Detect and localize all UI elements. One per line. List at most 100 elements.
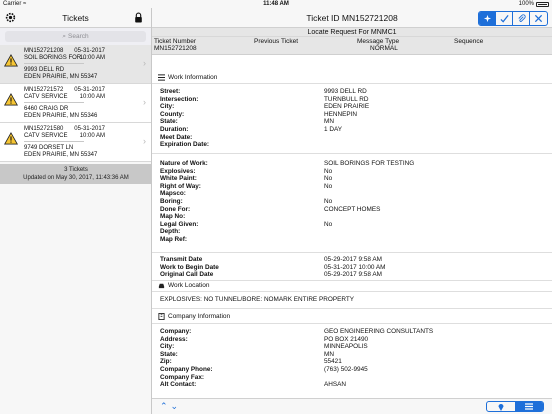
chevron-up-icon[interactable]: ⌃ xyxy=(160,401,168,412)
field-value: TURNBULL RD xyxy=(324,95,369,103)
field-label: Duration: xyxy=(160,126,189,133)
work-information-heading: Work Information xyxy=(158,74,217,81)
section-title: Company Information xyxy=(168,313,231,320)
section-title: Work Information xyxy=(168,74,218,81)
value-message-type: NORMAL xyxy=(370,45,398,52)
field-label: Zip: xyxy=(160,358,172,366)
ticket-count: 3 Tickets xyxy=(64,167,88,173)
field-value: (763) 502-9945 xyxy=(324,366,368,373)
field-value: SOIL BORINGS FOR TESTING xyxy=(324,160,415,167)
list-view-button[interactable] xyxy=(515,402,543,411)
field-value: CONCEPT HOMES xyxy=(324,205,381,213)
bottom-toolbar: ⌃ ⌄ xyxy=(152,398,552,414)
battery-percent: 100% xyxy=(518,1,534,7)
ticket-list-pane: Tickets ⌕ Search MN152721208 05-31-2017 … xyxy=(0,8,152,414)
field-label: Company Fax: xyxy=(160,373,205,381)
lock-icon[interactable] xyxy=(134,12,143,23)
field-label: Transmit Date xyxy=(160,256,203,263)
field-label: City: xyxy=(160,343,175,351)
right-nav-bar: Ticket ID MN152721208 xyxy=(152,8,552,28)
field-label: Mapsco: xyxy=(160,190,186,198)
ticket-row[interactable]: MN152721208 05-31-2017 SOIL BORINGS FOR.… xyxy=(0,45,151,84)
map-view-button[interactable] xyxy=(487,402,515,411)
cross-tools-icon xyxy=(534,14,543,23)
field-value: 05-31-2017 10:00 AM xyxy=(324,263,386,271)
ticket-row[interactable]: MN152721580 05-31-2017 CATV SERVICE 10:0… xyxy=(0,123,151,162)
last-updated: Updated on May 30, 2017, 11:43:36 AM xyxy=(23,175,129,181)
divider xyxy=(24,141,84,142)
field-label: Expiration Date: xyxy=(160,141,210,149)
field-label: County: xyxy=(160,110,185,118)
search-input[interactable]: ⌕ Search xyxy=(5,31,146,42)
ticket-number: MN152721580 xyxy=(24,126,64,132)
toolbar-group xyxy=(478,11,548,26)
divider xyxy=(152,83,552,84)
flight-icon xyxy=(483,14,491,23)
field-value: No xyxy=(324,175,333,183)
ticket-city: EDEN PRAIRIE, MN 55347 xyxy=(24,152,98,158)
field-label: Address: xyxy=(160,335,188,343)
field-label: Company: xyxy=(160,328,192,335)
chevron-right-icon: › xyxy=(143,136,146,146)
work-location-heading: Work Location xyxy=(158,282,209,289)
divider xyxy=(24,102,84,103)
chevron-right-icon: › xyxy=(143,97,146,107)
divider xyxy=(152,291,552,292)
field-label: Right of Way: xyxy=(160,182,201,190)
battery-indicator: 100% xyxy=(519,0,549,8)
field-value: 9993 DELL RD xyxy=(324,88,367,95)
field-value: No xyxy=(324,220,333,228)
car-icon xyxy=(158,283,165,289)
field-value: HENNEPIN xyxy=(324,110,358,118)
field-value: EDEN PRAIRIE xyxy=(324,103,370,111)
ticket-row[interactable]: MN152721572 05-31-2017 CATV SERVICE 10:0… xyxy=(0,84,151,123)
field-value: GEO ENGINEERING CONSULTANTS xyxy=(324,328,434,335)
field-label: Depth: xyxy=(160,228,181,236)
chevron-down-icon[interactable]: ⌄ xyxy=(171,401,179,412)
field-label: Map No: xyxy=(160,213,186,221)
field-value: MINNEAPOLIS xyxy=(324,343,368,351)
list-icon xyxy=(525,403,533,410)
field-value: 1 DAY xyxy=(324,126,342,133)
map-pin-icon xyxy=(498,403,504,411)
field-label: State: xyxy=(160,350,178,358)
paperclip-icon xyxy=(517,14,526,22)
divider xyxy=(24,63,84,64)
company-information-heading: Company Information xyxy=(158,313,230,320)
work-location-text: EXPLOSIVES: NO TUNNEL/BORE: NOMARK ENTIR… xyxy=(160,296,355,303)
left-nav-bar: Tickets xyxy=(0,8,151,28)
field-label: City: xyxy=(160,103,175,111)
ticket-description: CATV SERVICE xyxy=(24,133,68,139)
attach-button[interactable] xyxy=(513,12,530,25)
field-label: Boring: xyxy=(160,198,183,205)
ticket-city: EDEN PRAIRIE, MN 55347 xyxy=(24,74,98,80)
battery-icon xyxy=(536,1,549,7)
search-container: ⌕ Search xyxy=(0,28,151,45)
status-time: 11:48 AM xyxy=(263,1,289,7)
tools-button[interactable] xyxy=(530,12,547,25)
divider xyxy=(152,323,552,324)
field-label: Legal Given: xyxy=(160,220,199,228)
col-sequence: Sequence xyxy=(454,38,484,45)
col-previous-ticket: Previous Ticket xyxy=(254,38,299,45)
view-toggle xyxy=(486,401,544,412)
status-bar: Carrier ≈ 11:48 AM 100% xyxy=(0,0,552,8)
flight-button[interactable] xyxy=(479,12,496,25)
search-icon: ⌕ xyxy=(62,32,67,40)
field-label: Map Ref: xyxy=(160,236,187,243)
sign-button[interactable] xyxy=(496,12,513,25)
building-icon xyxy=(158,313,165,320)
field-label: White Paint: xyxy=(160,175,197,183)
field-value: No xyxy=(324,182,333,190)
field-label: Nature of Work: xyxy=(160,160,208,167)
field-label: Company Phone: xyxy=(160,366,213,373)
warning-icon xyxy=(4,93,18,106)
warning-icon xyxy=(4,54,18,67)
field-label: State: xyxy=(160,118,178,126)
field-label: Explosives: xyxy=(160,167,196,175)
list-doc-icon xyxy=(158,74,165,81)
chevron-right-icon: › xyxy=(143,58,146,68)
divider xyxy=(152,153,552,154)
ticket-time: 10:00 AM xyxy=(79,55,105,61)
divider xyxy=(152,308,552,309)
